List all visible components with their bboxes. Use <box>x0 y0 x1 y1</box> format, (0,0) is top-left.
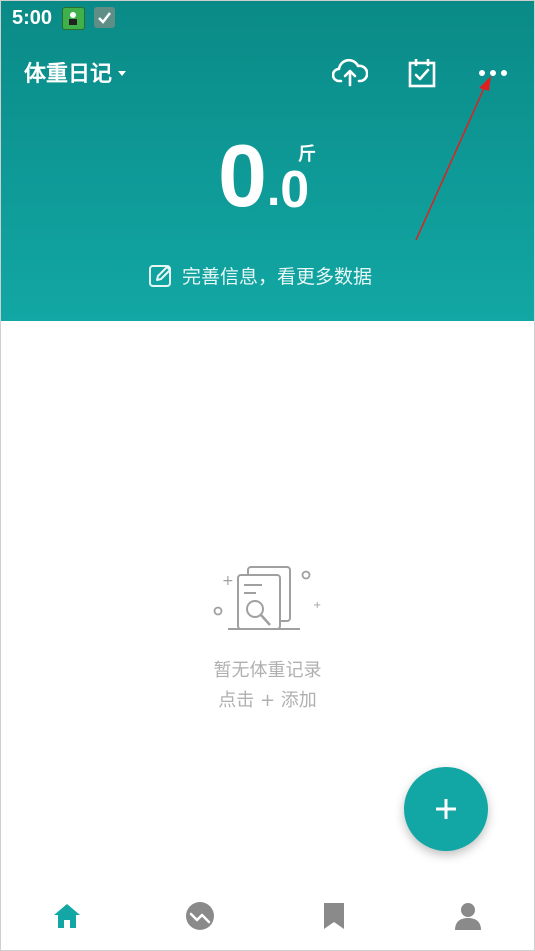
trend-icon <box>186 902 214 930</box>
nav-profile[interactable] <box>448 896 488 936</box>
empty-state-title: 暂无体重记录 <box>213 660 322 681</box>
plus-icon <box>436 799 456 819</box>
empty-state-illustration: + + <box>210 563 325 642</box>
bookmark-icon <box>324 903 344 929</box>
empty-state-subtitle: 点击 + 添加 <box>218 690 317 711</box>
profile-icon <box>455 903 481 930</box>
empty-document-search-icon: + + <box>213 566 321 630</box>
svg-text:+: + <box>313 600 321 611</box>
nav-trend[interactable] <box>180 896 220 936</box>
annotation-arrow <box>415 76 491 241</box>
home-icon <box>54 904 80 928</box>
svg-text:+: + <box>222 573 234 589</box>
bottom-nav <box>0 878 535 951</box>
nav-home[interactable] <box>47 896 87 936</box>
add-record-button[interactable] <box>404 767 488 851</box>
nav-bookmark[interactable] <box>314 896 354 936</box>
